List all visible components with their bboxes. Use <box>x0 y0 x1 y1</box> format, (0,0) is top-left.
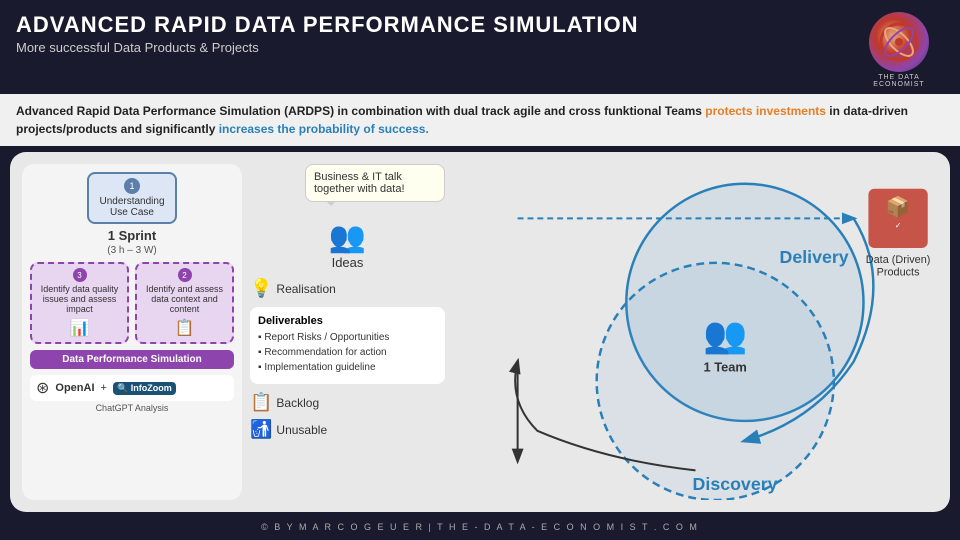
svg-text:Discovery: Discovery <box>693 474 778 494</box>
dps-footer: Data Performance Simulation <box>30 350 234 369</box>
sprint-box-2-label: Identify and assess data context and con… <box>141 284 228 314</box>
unusable-area: 🚮 Unusable <box>250 419 445 440</box>
lightbulb-icon: 💡 <box>250 278 272 299</box>
page-title: ADVANCED RAPID DATA PERFORMANCE SIMULATI… <box>16 12 639 38</box>
svg-text:1 Team: 1 Team <box>704 360 747 375</box>
realisation-label: Realisation <box>276 282 335 296</box>
deliverable-3: Implementation guideline <box>258 361 437 374</box>
plus-sign: + <box>101 382 107 394</box>
sprint-box-1-label: UnderstandingUse Case <box>95 196 169 218</box>
openai-icon: ⊛ <box>36 378 49 398</box>
sprint-sub: (3 h – 3 W) <box>30 245 234 256</box>
footer-text: © B Y M A R C O G E U E R | T H E - D A … <box>261 522 699 532</box>
chatgpt-label: ChatGPT Analysis <box>30 403 234 413</box>
deliverables-box: Deliverables Report Risks / Opportunitie… <box>250 307 445 384</box>
openai-bar: ⊛ OpenAI + 🔍 InfoZoom <box>30 375 234 401</box>
intro-bar: Advanced Rapid Data Performance Simulati… <box>0 94 960 146</box>
openai-label: OpenAI <box>55 382 94 394</box>
callout-box: Business & IT talk together with data! <box>305 164 445 202</box>
realisation-area: 💡 Realisation <box>250 278 445 299</box>
svg-text:Products: Products <box>877 267 920 279</box>
logo-area: THE DATAECONOMIST <box>854 12 944 88</box>
svg-text:✓: ✓ <box>895 221 902 230</box>
intro-text: Advanced Rapid Data Performance Simulati… <box>16 104 908 136</box>
svg-text:Delivery: Delivery <box>780 247 849 267</box>
sprint-box-2-num: 2 <box>178 268 192 282</box>
deliverables-title: Deliverables <box>258 315 437 327</box>
sprint-area: 1 UnderstandingUse Case 1 Sprint (3 h – … <box>22 164 242 500</box>
header-left: ADVANCED RAPID DATA PERFORMANCE SIMULATI… <box>16 12 639 55</box>
sprint-box-3-label: Identify data quality issues and assess … <box>36 284 123 314</box>
middle-section: Business & IT talk together with data! 👥… <box>250 164 445 500</box>
svg-text:Data (Driven): Data (Driven) <box>866 254 931 266</box>
logo-icon <box>869 12 929 72</box>
infozoom-icon: 🔍 <box>117 383 128 393</box>
intro-orange: protects investments <box>705 104 826 118</box>
right-section: 👥 1 Team Delivery Discovery <box>453 164 938 500</box>
svg-text:👥: 👥 <box>703 315 747 355</box>
ideas-area: 👥 Ideas <box>250 220 445 270</box>
header: ADVANCED RAPID DATA PERFORMANCE SIMULATI… <box>0 0 960 94</box>
logo-text: THE DATAECONOMIST <box>873 74 924 88</box>
backlog-icon: 📋 <box>250 392 272 413</box>
sprint-box-2: 2 Identify and assess data context and c… <box>135 262 234 344</box>
infozoom-label: InfoZoom <box>131 383 172 393</box>
deliverable-1: Report Risks / Opportunities <box>258 331 437 344</box>
unusable-icon: 🚮 <box>250 419 272 440</box>
intro-blue: increases the probability of success. <box>219 122 429 136</box>
svg-text:📦: 📦 <box>886 195 911 218</box>
unusable-label: Unusable <box>276 423 327 437</box>
intro-text-1: Advanced Rapid Data Performance Simulati… <box>16 104 705 118</box>
people-icon: 👥 <box>329 220 366 255</box>
sprint-box-1: 1 UnderstandingUse Case <box>87 172 177 224</box>
left-panel: 1 UnderstandingUse Case 1 Sprint (3 h – … <box>22 164 242 500</box>
footer: © B Y M A R C O G E U E R | T H E - D A … <box>0 518 960 536</box>
sprint-box-3: 3 Identify data quality issues and asses… <box>30 262 129 344</box>
header-subtitle: More successful Data Products & Projects <box>16 40 639 55</box>
backlog-area: 📋 Backlog <box>250 392 445 413</box>
sprint-box-3-num: 3 <box>73 268 87 282</box>
ideas-label: Ideas <box>332 255 364 270</box>
bottom-boxes: 3 Identify data quality issues and asses… <box>30 262 234 344</box>
sprint-box-1-num: 1 <box>124 178 140 194</box>
main-content: 1 UnderstandingUse Case 1 Sprint (3 h – … <box>10 152 950 512</box>
diagram-svg: 👥 1 Team Delivery Discovery <box>453 164 938 500</box>
backlog-label: Backlog <box>276 396 319 410</box>
deliverables-list: Report Risks / Opportunities Recommendat… <box>258 331 437 374</box>
callout-text: Business & IT talk together with data! <box>314 171 405 195</box>
sprint-label: 1 Sprint <box>30 228 234 243</box>
infozoom-logo: 🔍 InfoZoom <box>113 382 176 395</box>
deliverable-2: Recommendation for action <box>258 346 437 359</box>
